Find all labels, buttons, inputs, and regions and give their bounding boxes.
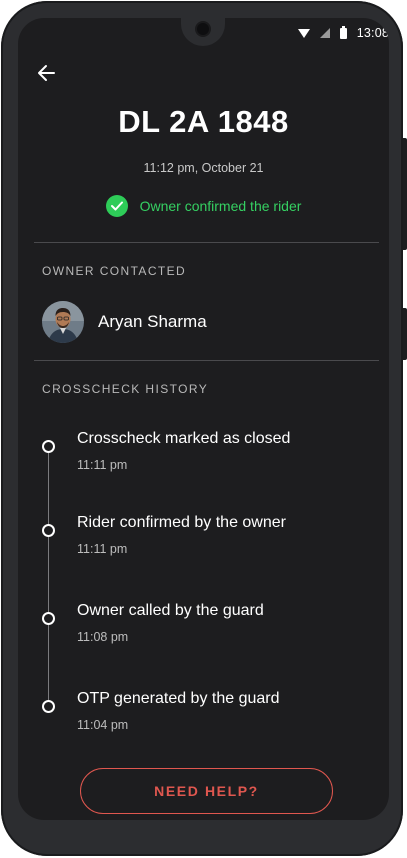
history-section-title: CROSSCHECK HISTORY (42, 382, 209, 396)
timeline-dot (42, 700, 55, 713)
power-button (403, 308, 407, 360)
front-camera (197, 23, 209, 35)
timeline-item-time: 11:11 pm (77, 458, 128, 472)
timeline-item: Owner called by the guard 11:08 pm (42, 602, 372, 652)
timeline-item: Crosscheck marked as closed 11:11 pm (42, 430, 372, 480)
vehicle-plate: DL 2A 1848 (118, 104, 289, 139)
confirmation-status: Owner confirmed the rider (18, 195, 389, 217)
timeline-item-title: Owner called by the guard (77, 602, 264, 619)
volume-button (403, 138, 407, 250)
timeline-item: Rider confirmed by the owner 11:11 pm (42, 514, 372, 564)
camera-notch (181, 18, 225, 46)
back-button[interactable] (36, 62, 58, 84)
timeline-item: OTP generated by the guard 11:04 pm (42, 690, 372, 740)
phone-frame: 13:08 DL 2A 1848 11:12 pm, October 21 Ow… (1, 1, 403, 856)
avatar (42, 301, 84, 343)
timeline-item-title: Crosscheck marked as closed (77, 430, 291, 447)
timeline-item-time: 11:04 pm (77, 718, 129, 732)
check-circle-icon (105, 195, 128, 217)
status-time: 13:08 (356, 26, 389, 40)
timeline-dot (42, 440, 55, 453)
status-bar: 13:08 (297, 24, 389, 42)
timeline-line (48, 450, 49, 710)
signal-icon (319, 28, 330, 38)
timeline-item-time: 11:08 pm (77, 630, 129, 644)
app-screen: 13:08 DL 2A 1848 11:12 pm, October 21 Ow… (18, 18, 389, 820)
crosscheck-datetime: 11:12 pm, October 21 (143, 161, 264, 175)
timeline-item-title: OTP generated by the guard (77, 690, 280, 707)
divider (34, 360, 379, 361)
arrow-left-icon (38, 65, 55, 81)
timeline-dot (42, 524, 55, 537)
wifi-icon (297, 28, 310, 38)
confirmation-text: Owner confirmed the rider (139, 198, 302, 214)
need-help-button[interactable]: NEED HELP? (80, 768, 333, 814)
battery-icon (339, 25, 347, 39)
timeline-item-title: Rider confirmed by the owner (77, 514, 286, 531)
timeline-item-time: 11:11 pm (77, 542, 128, 556)
owner-name: Aryan Sharma (98, 312, 207, 331)
timeline-dot (42, 612, 55, 625)
owner-contact[interactable]: Aryan Sharma (42, 301, 207, 343)
owner-section-title: OWNER CONTACTED (42, 264, 187, 278)
divider (34, 242, 379, 243)
